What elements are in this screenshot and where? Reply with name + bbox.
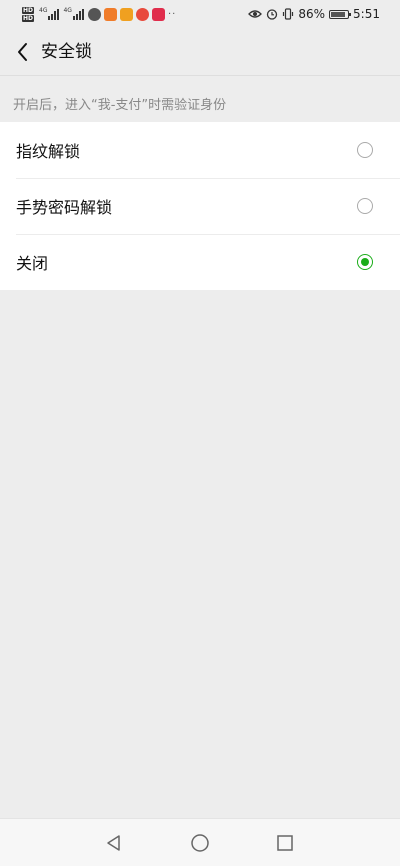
- option-off[interactable]: 关闭: [0, 234, 400, 290]
- option-gesture-unlock[interactable]: 手势密码解锁: [0, 178, 400, 234]
- option-label: 手势密码解锁: [16, 198, 113, 217]
- more-notifications-icon: ··: [167, 8, 177, 20]
- status-right: 86% 5:51: [248, 4, 380, 24]
- back-button[interactable]: [8, 37, 36, 67]
- status-bar: HD HD 4G 4G ·· 86% 5:51: [0, 0, 400, 28]
- lock-options-list: 指纹解锁 手势密码解锁 关闭: [0, 122, 400, 290]
- battery-icon: [329, 9, 352, 19]
- app-notification-icon-3: [119, 7, 133, 21]
- app-notification-icon-4: [135, 7, 149, 21]
- hd-badge-1: HD: [22, 6, 35, 14]
- hd-badge-2: HD: [22, 14, 35, 22]
- battery-fill: [331, 11, 345, 17]
- signal-icon-1: 4G: [39, 8, 60, 20]
- radio-button[interactable]: [357, 198, 373, 214]
- system-nav-bar: [0, 818, 400, 866]
- signal-icon-2: 4G: [63, 8, 84, 20]
- network-tag-1: 4G: [39, 7, 48, 14]
- page-title: 安全锁: [41, 42, 92, 62]
- app-notification-icon-1: [87, 7, 101, 21]
- nav-bar: 安全锁: [0, 28, 400, 76]
- clock: 5:51: [353, 7, 380, 21]
- square-recents-icon: [277, 835, 293, 851]
- app-notification-icon-2: [103, 7, 117, 21]
- system-recents-button[interactable]: [271, 829, 299, 857]
- option-fingerprint-unlock[interactable]: 指纹解锁: [0, 122, 400, 178]
- radio-button[interactable]: [357, 142, 373, 158]
- vibrate-icon: [283, 8, 294, 20]
- hd-indicator: HD HD: [22, 6, 35, 22]
- option-label: 关闭: [16, 254, 49, 273]
- option-label: 指纹解锁: [16, 142, 81, 161]
- network-tag-2: 4G: [63, 7, 72, 14]
- circle-home-icon: [191, 834, 209, 852]
- chevron-left-icon: [18, 43, 27, 61]
- system-back-button[interactable]: [100, 829, 128, 857]
- alarm-icon: [267, 9, 278, 20]
- eye-icon: [248, 10, 263, 18]
- status-left: HD HD 4G 4G ··: [22, 4, 176, 24]
- section-hint: 开启后，进入“我-支付”时需验证身份: [13, 98, 227, 113]
- triangle-back-icon: [107, 835, 120, 851]
- app-notification-icon-5: [151, 7, 165, 21]
- system-home-button[interactable]: [186, 829, 214, 857]
- battery-percent: 86%: [298, 7, 326, 21]
- radio-button[interactable]: [357, 254, 373, 270]
